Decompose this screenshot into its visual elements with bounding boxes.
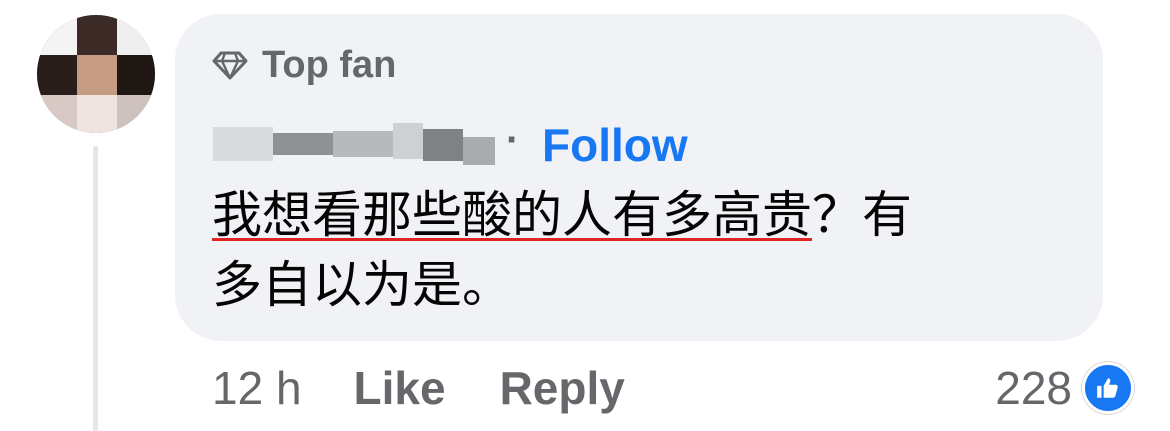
comment-line-1-rest: ？有	[812, 186, 912, 244]
avatar[interactable]	[37, 15, 155, 133]
comment-actions: 12 h Like Reply	[212, 360, 625, 416]
reactions-summary[interactable]: 228	[995, 360, 1134, 416]
follow-button[interactable]: Follow	[542, 118, 688, 172]
reply-button[interactable]: Reply	[500, 361, 625, 415]
separator-dot: ·	[506, 118, 520, 162]
reaction-count: 228	[995, 362, 1072, 414]
diamond-icon	[212, 51, 248, 80]
timestamp[interactable]: 12 h	[212, 361, 302, 415]
comment-text: 我想看那些酸的人有多高贵？有 多自以为是。	[212, 180, 1082, 320]
comment-line-1: 我想看那些酸的人有多高贵？有	[212, 180, 1082, 250]
comment-line-2: 多自以为是。	[212, 256, 512, 314]
author-name-blurred[interactable]	[213, 119, 495, 165]
comment-view: Top fan · Follow 我想看那些酸的人有多高贵？有 多自以为是。 1…	[0, 0, 1170, 431]
thread-line	[93, 146, 98, 431]
thumbs-up-icon	[1082, 362, 1134, 414]
like-button[interactable]: Like	[354, 361, 446, 415]
spellcheck-underlined-text: 我想看那些酸的人有多高贵	[212, 186, 812, 244]
badge-label: Top fan	[262, 43, 397, 86]
top-fan-badge[interactable]: Top fan	[212, 42, 396, 88]
